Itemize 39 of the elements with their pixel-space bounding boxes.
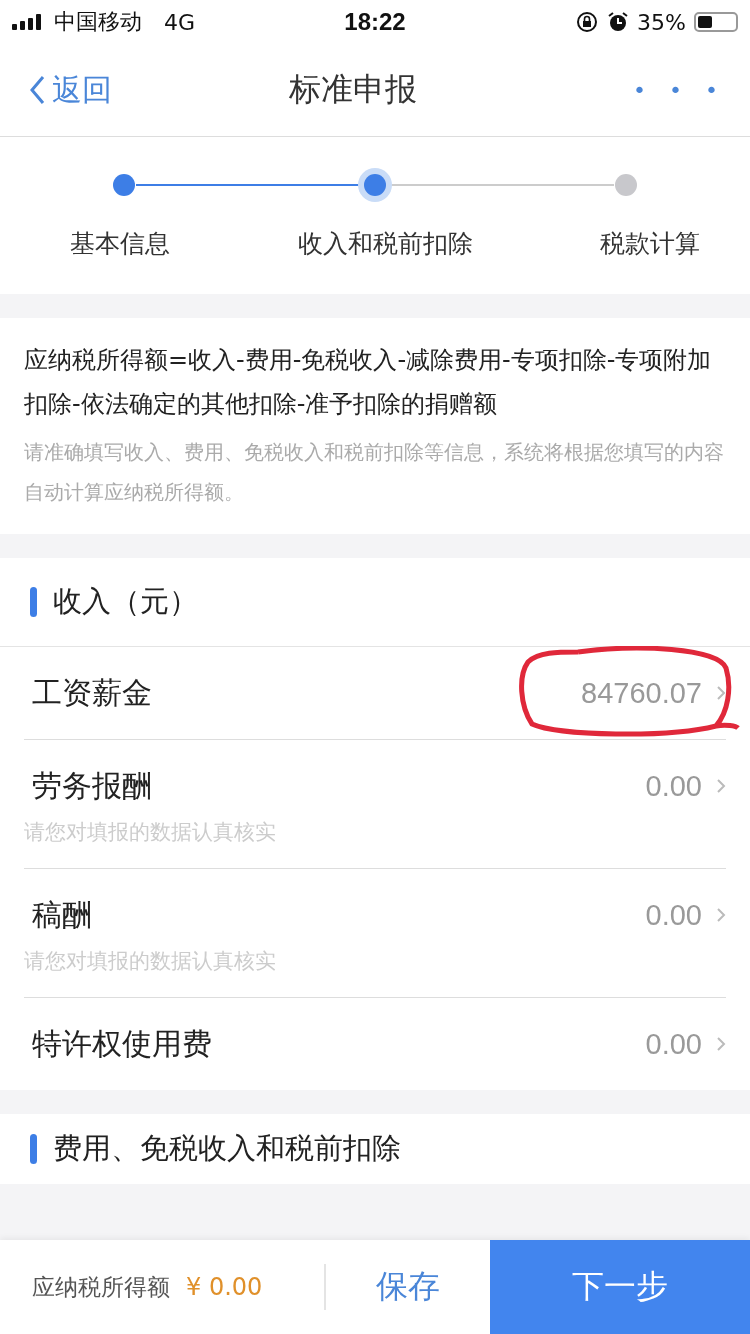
chevron-right-icon (716, 685, 726, 701)
row-value: 0.00 (645, 898, 702, 932)
chevron-left-icon (28, 74, 46, 106)
step-label: 基本信息 (70, 228, 170, 260)
clock-time: 18:22 (344, 8, 406, 36)
row-value: 84760.07 (581, 676, 702, 710)
taxable-income-label: 应纳税所得额 (32, 1272, 170, 1302)
next-step-button[interactable]: 下一步 (490, 1240, 750, 1334)
more-button[interactable]: • • • (633, 77, 726, 103)
row-label: 特许权使用费 (32, 1024, 212, 1063)
step-label: 税款计算 (600, 228, 700, 260)
step-label: 收入和税前扣除 (297, 228, 473, 260)
rotation-lock-icon (575, 10, 600, 34)
row-value: 0.00 (645, 769, 702, 803)
row-value: 0.00 (645, 1027, 702, 1061)
battery-icon (694, 12, 738, 32)
section-title: 收入（元） (53, 583, 198, 620)
section-marker (30, 587, 37, 617)
battery-percent: 35% (637, 9, 686, 35)
back-button[interactable]: 返回 (28, 69, 112, 111)
formula-note: 请准确填写收入、费用、免税收入和税前扣除等信息，系统将根据您填写的内容自动计算应纳税所得额。 (24, 439, 725, 506)
row-label: 工资薪金 (32, 673, 152, 712)
section-title: 费用、免税收入和税前扣除 (53, 1130, 401, 1167)
network-type: 4G (164, 9, 196, 35)
chevron-right-icon (716, 1036, 726, 1052)
back-label: 返回 (52, 70, 112, 109)
row-label: 劳务报酬 (32, 766, 152, 805)
income-row[interactable]: 特许权使用费 0.00 (24, 998, 726, 1090)
row-label: 稿酬 (32, 895, 92, 934)
alarm-icon (607, 11, 630, 33)
taxable-income-amount: ¥ 0.00 (186, 1273, 263, 1301)
section-marker (30, 1134, 37, 1164)
formula-text: 应纳税所得额=收入-费用-免税收入-减除费用-专项扣除-专项附加扣除-依法确定的其他扣除-准予扣除的捐赠额 (24, 345, 713, 420)
carrier-name: 中国移动 (54, 8, 142, 36)
page-title: 标准申报 (288, 69, 417, 110)
chevron-right-icon (716, 907, 726, 923)
chevron-right-icon (716, 778, 726, 794)
save-button[interactable]: 保存 (326, 1240, 490, 1334)
income-row[interactable]: 工资薪金 84760.07 (24, 647, 726, 740)
